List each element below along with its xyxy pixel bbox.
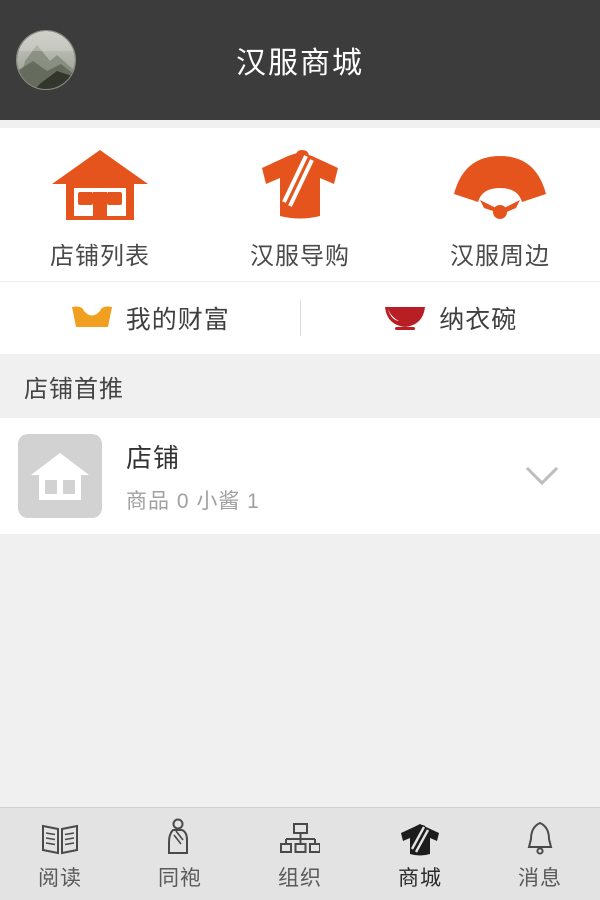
shortcut-grid: 店铺列表 汉服导购 汉服周边 <box>0 128 600 281</box>
list-item-text: 店铺 商品 0 小酱 1 <box>126 438 522 515</box>
nav-label: 消息 <box>518 867 562 890</box>
list-item-title: 店铺 <box>126 442 181 473</box>
shortcut-label: 汉服周边 <box>450 243 550 270</box>
nav-item-reading[interactable]: 阅读 <box>0 808 120 900</box>
quick-link-label: 我的财富 <box>125 306 230 334</box>
shortcut-label: 店铺列表 <box>50 243 150 270</box>
book-icon <box>40 816 80 856</box>
chevron-down-icon[interactable] <box>522 456 562 496</box>
app-header: 汉服商城 <box>0 0 600 120</box>
nav-item-messages[interactable]: 消息 <box>480 808 600 900</box>
nav-item-mall[interactable]: 商城 <box>360 808 480 900</box>
bell-icon <box>523 816 557 856</box>
quick-link-label: 纳衣碗 <box>439 306 518 334</box>
folding-fan-icon <box>450 146 550 224</box>
quick-links-row: 我的财富 纳衣碗 <box>0 281 600 354</box>
avatar-photo <box>17 31 75 89</box>
shortcut-label: 汉服导购 <box>250 243 350 270</box>
nav-label: 组织 <box>278 867 322 890</box>
section-title: 店铺首推 <box>24 375 124 403</box>
list-item[interactable]: 店铺 商品 0 小酱 1 <box>0 418 600 534</box>
list-item-subtitle: 商品 0 小酱 1 <box>126 489 260 513</box>
person-robe-icon <box>163 816 197 856</box>
org-chart-icon <box>280 816 320 856</box>
shop-list: 店铺 商品 0 小酱 1 <box>0 418 600 534</box>
hanfu-robe-icon <box>250 146 350 224</box>
bottom-navigation: 阅读 同袍 组织 商城 消息 <box>0 807 600 900</box>
quick-link-nayiwan[interactable]: 纳衣碗 <box>301 282 600 354</box>
hanfu-robe-icon <box>397 816 443 856</box>
section-header-featured-shops: 店铺首推 <box>0 354 600 418</box>
content-empty-area <box>0 534 600 807</box>
nav-item-organization[interactable]: 组织 <box>240 808 360 900</box>
shortcut-hanfu-guide[interactable]: 汉服导购 <box>200 146 400 271</box>
gold-ingot-icon <box>70 301 114 336</box>
app-root: 汉服商城 店铺列表 汉服导购 汉服周边 我的财富 纳衣碗 店铺首推 店铺 商品 … <box>0 0 600 900</box>
house-icon <box>50 146 150 224</box>
house-placeholder-icon <box>18 434 102 518</box>
shortcut-hanfu-accessories[interactable]: 汉服周边 <box>400 146 600 271</box>
nav-item-fellows[interactable]: 同袍 <box>120 808 240 900</box>
page-title: 汉服商城 <box>236 47 364 80</box>
bowl-icon <box>383 301 427 336</box>
nav-label: 同袍 <box>158 867 202 890</box>
nav-label: 商城 <box>398 867 442 890</box>
nav-label: 阅读 <box>38 867 82 890</box>
avatar[interactable] <box>16 30 76 90</box>
shortcut-shop-list[interactable]: 店铺列表 <box>0 146 200 271</box>
quick-link-my-wealth[interactable]: 我的财富 <box>0 282 300 354</box>
